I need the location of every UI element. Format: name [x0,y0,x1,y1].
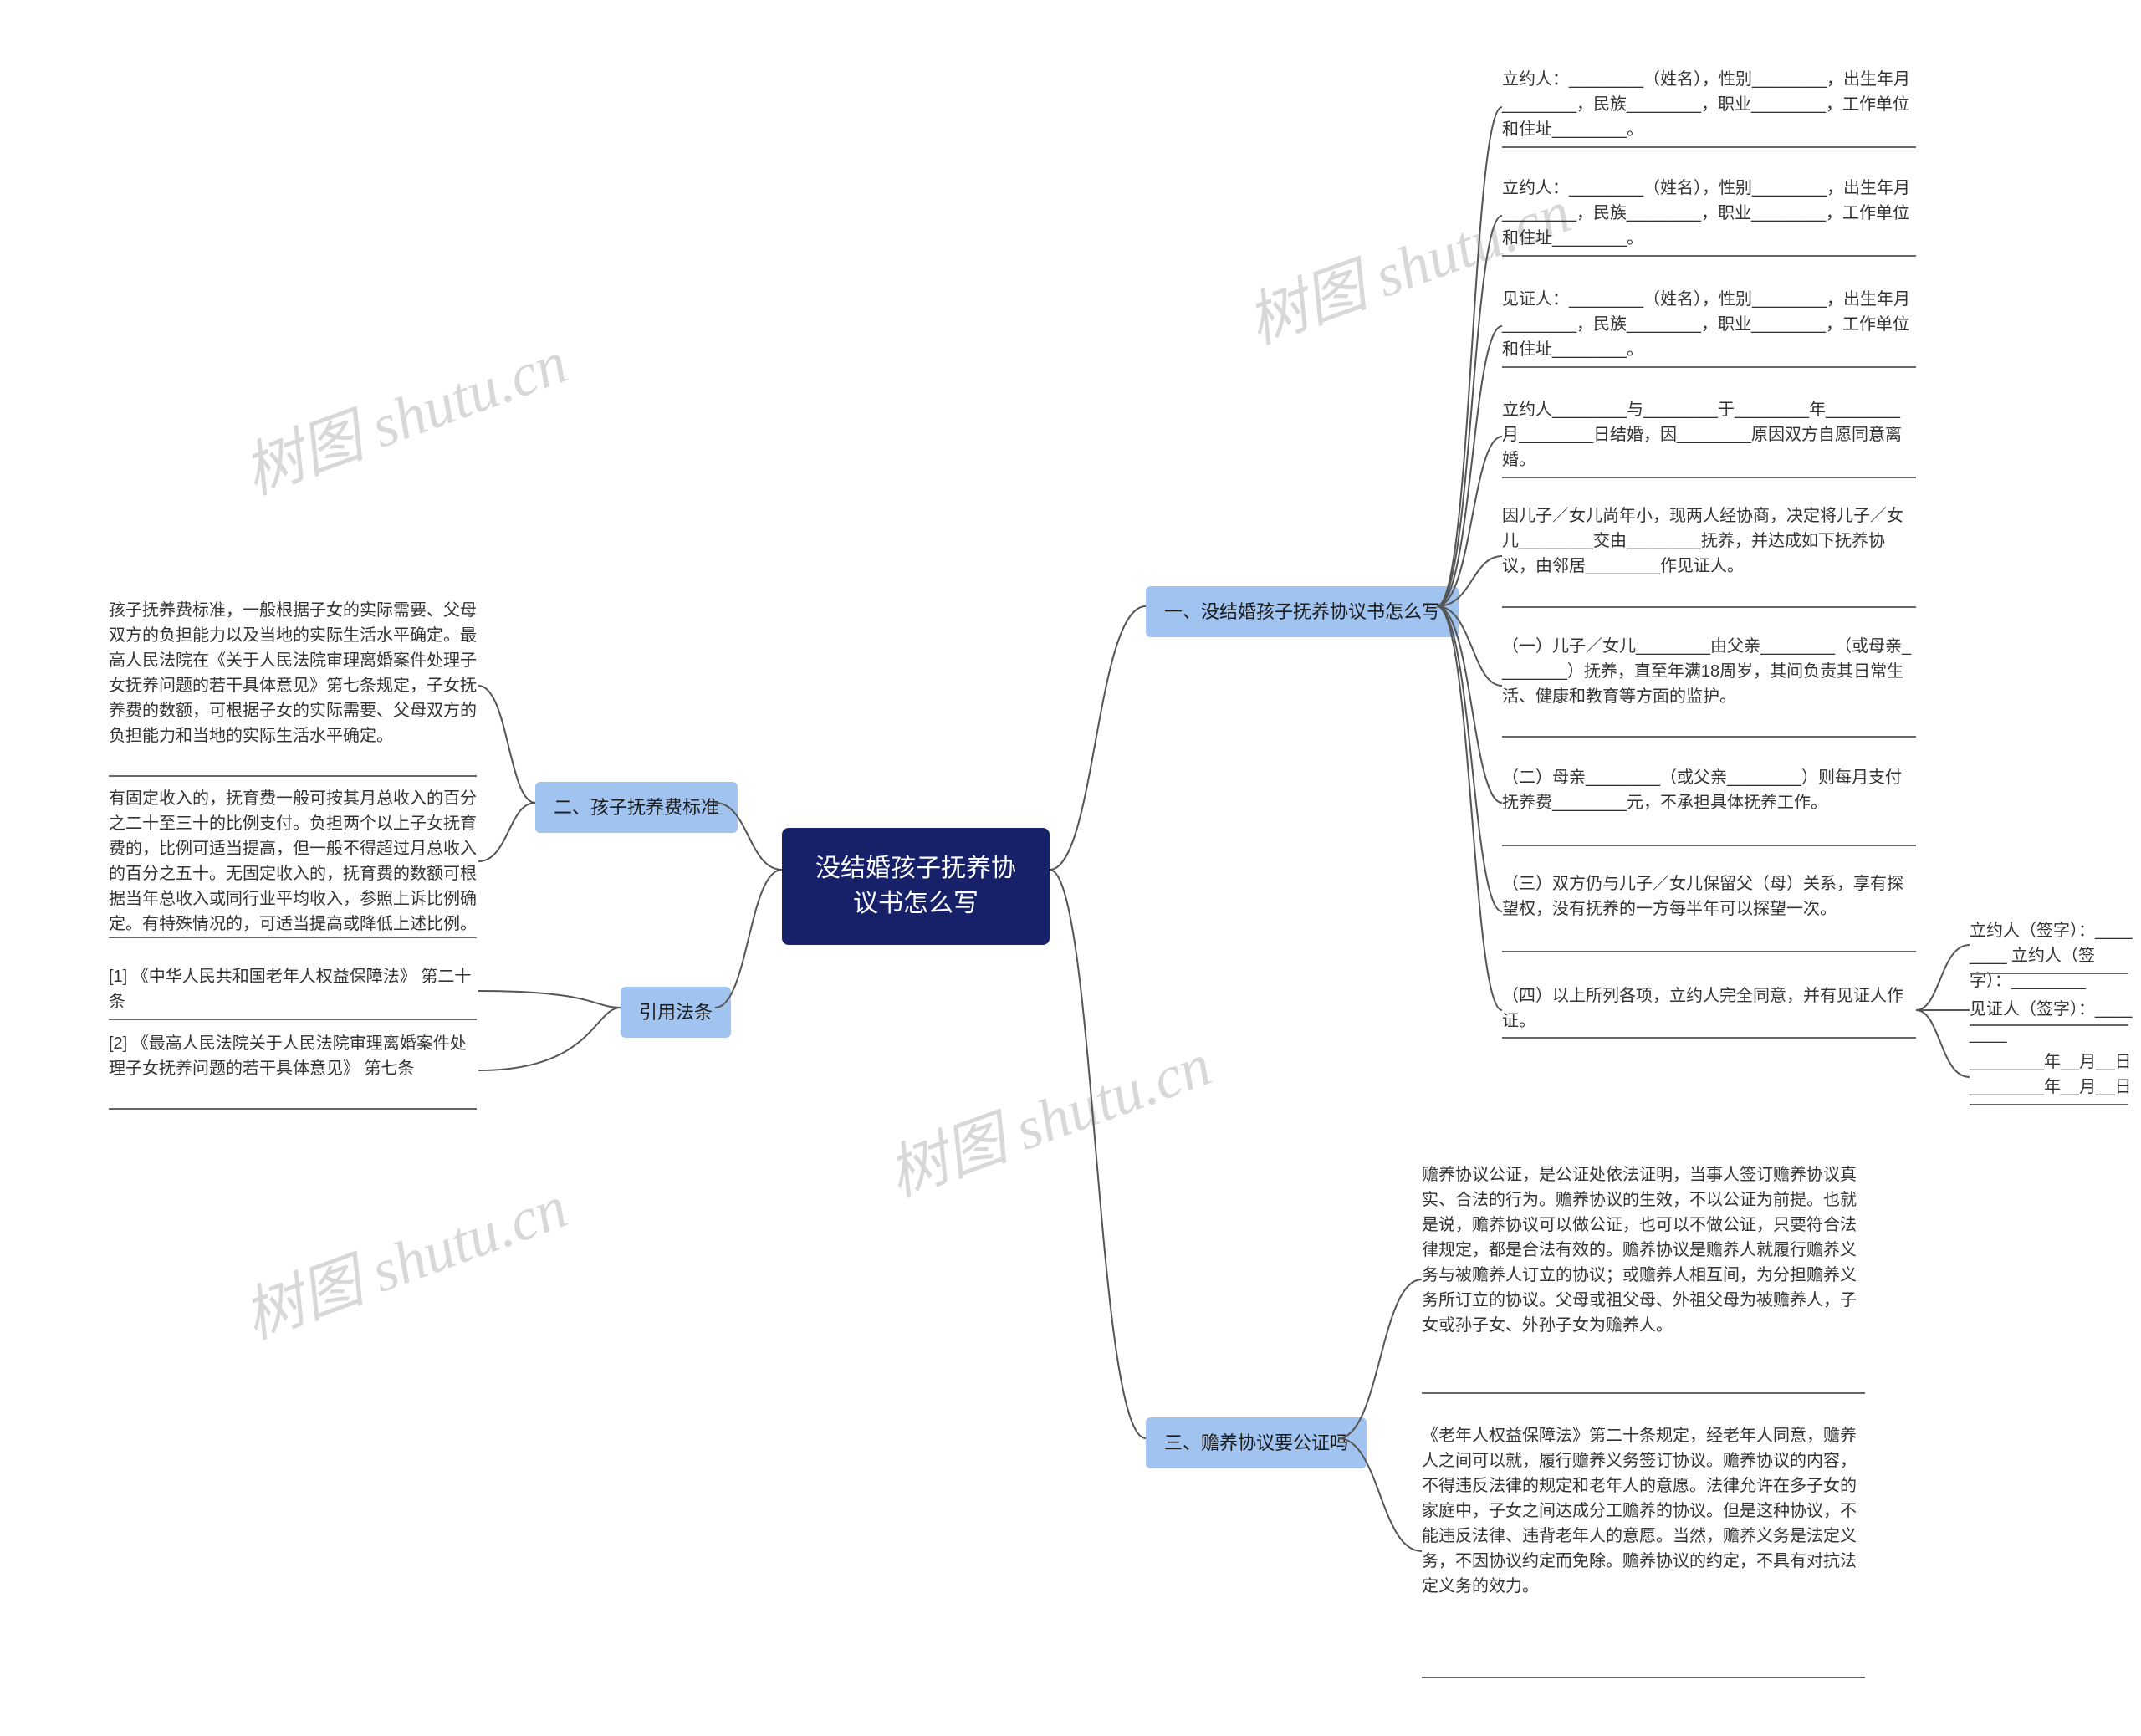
b1-leaf-7: （二）母亲________（或父亲________）则每月支付抚养费______… [1502,765,1916,815]
branch-1[interactable]: 一、没结婚孩子抚养协议书怎么写 [1146,586,1459,637]
branch-3-label: 三、赡养协议要公证吗 [1164,1432,1348,1453]
branch-1-label: 一、没结婚孩子抚养协议书怎么写 [1164,601,1440,622]
branch-2[interactable]: 二、孩子抚养费标准 [535,782,738,833]
watermark: 树图 shutu.cn [229,1157,577,1356]
watermark: 树图 shutu.cn [873,1015,1221,1213]
b1-leaf-5: 因儿子／女儿尚年小，现两人经协商，决定将儿子／女儿________交由_____… [1502,503,1916,579]
watermark: 树图 shutu.cn [229,313,577,511]
b2-leaf-1: 孩子抚养费标准，一般根据子女的实际需要、父母双方的负担能力以及当地的实际生活水平… [109,598,477,748]
b1-leaf-1: 立约人：________（姓名），性别________，出生年月________… [1502,67,1916,142]
b1-leaf-8: （三）双方仍与儿子／女儿保留父（母）关系，享有探望权，没有抚养的一方每半年可以探… [1502,871,1916,922]
b1-leaf-9: （四）以上所列各项，立约人完全同意，并有见证人作证。 [1502,983,1916,1034]
b1-leaf-6: （一）儿子／女儿________由父亲________（或母亲________）… [1502,634,1916,709]
b3-leaf-2: 《老年人权益保障法》第二十条规定，经老年人同意，赡养人之间可以就，履行赡养义务签… [1422,1423,1865,1599]
branch-4[interactable]: 引用法条 [621,987,731,1038]
b1-l9-sub-3: ________年__月__日________年__月__日 [1970,1049,2133,1100]
b4-leaf-1: [1] 《中华人民共和国老年人权益保障法》 第二十条 [109,964,477,1014]
b2-leaf-2: 有固定收入的，抚育费一般可按其月总收入的百分之二十至三十的比例支付。负担两个以上… [109,786,477,937]
b1-l9-sub-1: 立约人（签字）：________ 立约人（签字）：________ [1970,918,2133,993]
b3-leaf-1: 赡养协议公证，是公证处依法证明，当事人签订赡养协议真实、合法的行为。赡养协议的生… [1422,1162,1865,1338]
root-node[interactable]: 没结婚孩子抚养协议书怎么写 [782,828,1050,945]
b4-leaf-2: [2] 《最高人民法院关于人民法院审理离婚案件处理子女抚养问题的若干具体意见》 … [109,1031,477,1081]
branch-2-label: 二、孩子抚养费标准 [554,797,719,818]
b1-leaf-4: 立约人________与________于________年________月_… [1502,397,1916,472]
b1-l9-sub-2: 见证人（签字）：________ [1970,997,2133,1047]
b1-leaf-3: 见证人：________（姓名），性别________，出生年月________… [1502,287,1916,362]
branch-4-label: 引用法条 [639,1002,713,1023]
branch-3[interactable]: 三、赡养协议要公证吗 [1146,1417,1367,1468]
b1-leaf-2: 立约人：________（姓名），性别________，出生年月________… [1502,176,1916,251]
root-title: 没结婚孩子抚养协议书怎么写 [815,855,1016,917]
